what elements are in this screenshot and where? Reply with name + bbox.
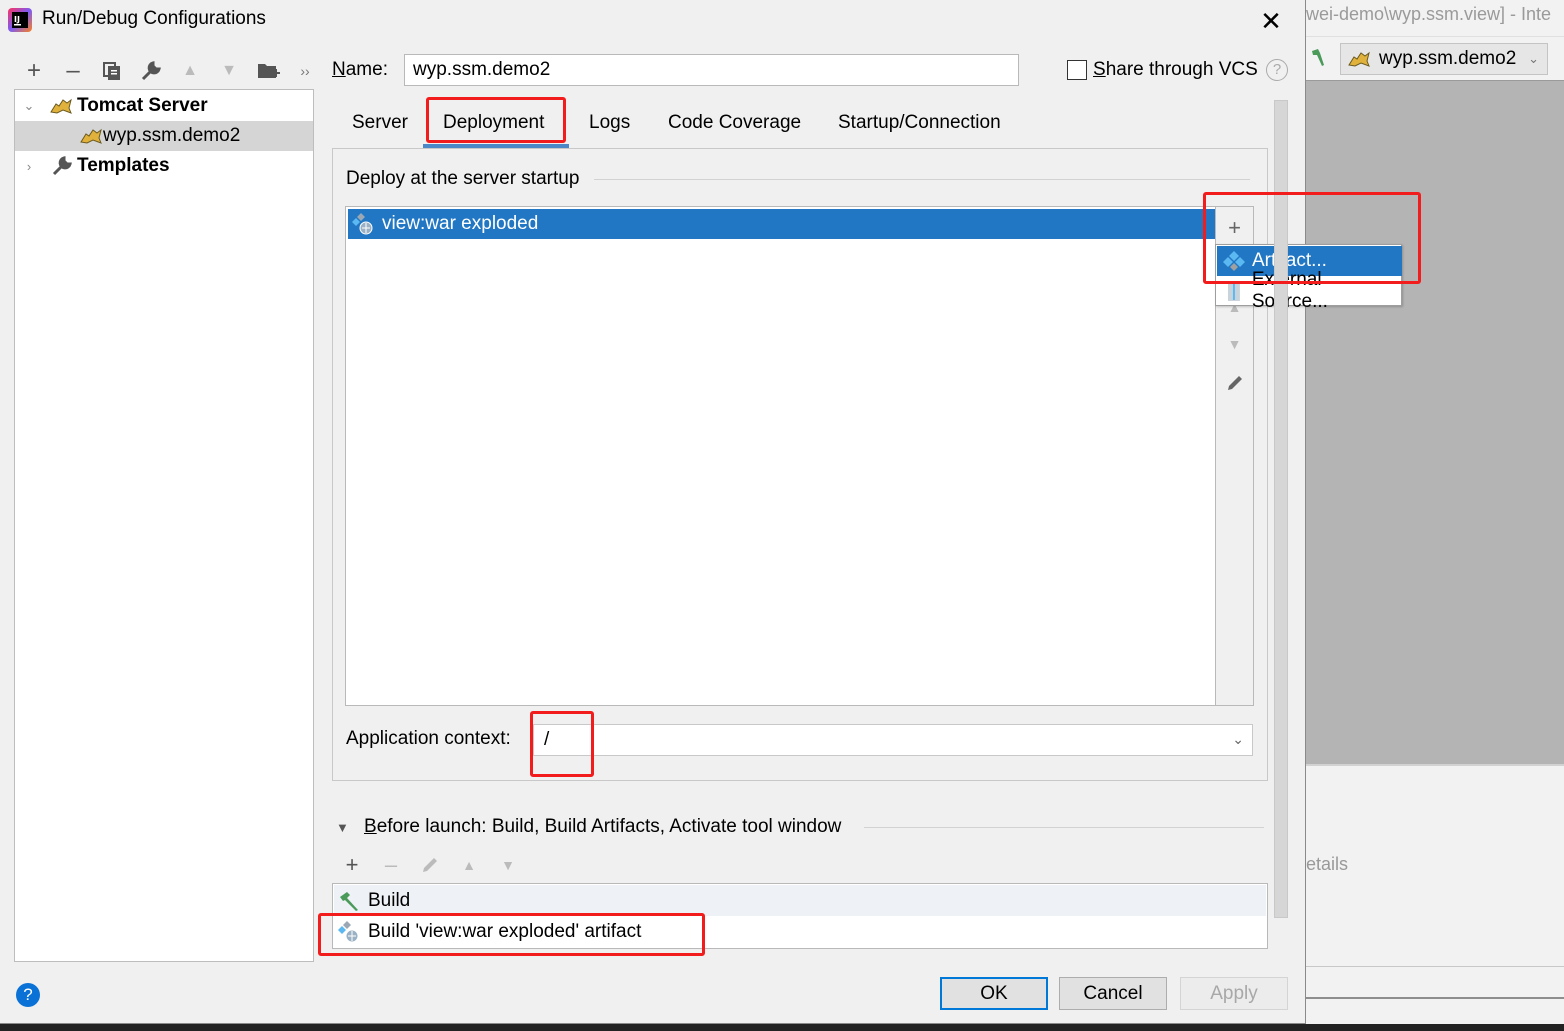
remove-icon[interactable]: – [378,852,404,878]
more-icon[interactable]: ›› [292,58,318,84]
tab-startup-connection[interactable]: Startup/Connection [836,110,1003,146]
application-context-label: Application context: [346,728,511,749]
list-item[interactable]: view:war exploded [348,209,1216,239]
tree-item-tomcat-server[interactable]: ⌄ Tomcat Server [15,91,313,121]
ide-editor-area [1306,80,1564,764]
wrench-icon [52,156,72,176]
wrench-icon[interactable] [138,58,164,84]
chevron-down-icon[interactable]: ⌄ [17,98,41,114]
artifact-icon [338,920,359,942]
share-through-vcs-checkbox[interactable] [1067,60,1087,80]
tab-server[interactable]: Server [350,110,410,146]
divider [1306,966,1564,967]
tree-item-wyp-ssm-demo2[interactable]: wyp.ssm.demo2 [15,121,313,151]
add-icon[interactable]: + [21,57,47,84]
divider [864,827,1264,828]
new-folder-icon[interactable] [255,58,281,84]
before-launch-title[interactable]: Before launch: Build, Build Artifacts, A… [364,816,841,838]
add-icon[interactable]: + [1216,213,1253,243]
run-config-name: wyp.ssm.demo2 [1379,48,1517,69]
dialog-title: Run/Debug Configurations [42,8,266,29]
build-hammer-icon [340,891,358,911]
divider [594,179,1250,180]
name-label: Name: [332,59,388,80]
tab-deployment[interactable]: Deployment [441,110,546,146]
run-config-selector[interactable]: wyp.ssm.demo2 ⌄ [1340,43,1548,75]
edit-icon[interactable] [417,852,443,878]
application-context-combobox[interactable]: / ⌄ [533,724,1253,756]
add-icon[interactable]: + [339,852,365,878]
ide-lower-panel: etails [1306,764,1564,964]
apply-button[interactable]: Apply [1180,977,1288,1010]
deploy-list: view:war exploded [345,206,1217,706]
chevron-right-icon[interactable]: › [17,159,41,174]
divider [1306,997,1564,999]
tree-item-label: Templates [77,155,170,176]
chevron-down-icon[interactable]: ⌄ [1232,731,1244,748]
list-item[interactable]: Build 'view:war exploded' artifact [334,916,1266,947]
tomcat-icon [80,128,102,144]
taskbar [0,1024,1564,1031]
copy-icon[interactable] [99,58,125,84]
tab-logs[interactable]: Logs [587,110,632,146]
before-launch-list: Build Build 'view:war exploded' artifact [332,883,1268,949]
build-hammer-icon[interactable] [1310,47,1326,67]
background-ide-window: wei-demo\wyp.ssm.view] - Inte wyp.ssm.de… [1306,0,1564,1031]
share-through-vcs-label[interactable]: Share through VCS [1093,59,1258,81]
help-icon[interactable]: ? [1266,59,1288,81]
tomcat-icon [50,98,72,114]
tree-item-templates[interactable]: › Templates [15,151,313,181]
close-icon[interactable]: ✕ [1256,6,1286,36]
vertical-scrollbar[interactable] [1274,100,1288,918]
remove-icon[interactable]: – [60,57,86,84]
tomcat-icon [1348,51,1370,67]
archive-icon [1227,281,1240,301]
move-up-icon[interactable]: ▲ [456,852,482,878]
menu-item-external-source[interactable]: External Source... [1217,269,1402,312]
move-down-icon[interactable]: ▼ [1216,329,1253,359]
ide-toolbar: wyp.ssm.demo2 ⌄ [1306,36,1564,80]
svg-text:IJ: IJ [14,15,20,24]
tree-item-label: Tomcat Server [77,95,208,116]
ide-details-text: etails [1306,854,1349,874]
move-down-icon[interactable]: ▼ [216,58,242,84]
ok-button[interactable]: OK [940,977,1048,1010]
configurations-tree: ⌄ Tomcat Server wyp.ssm.demo2 › Template… [14,89,314,962]
cancel-button[interactable]: Cancel [1059,977,1167,1010]
move-down-icon[interactable]: ▼ [495,852,521,878]
collapse-arrow-icon[interactable]: ▼ [336,820,349,835]
edit-icon[interactable] [1216,368,1253,398]
application-context-value: / [544,729,550,750]
artifact-icon [352,213,373,235]
help-button[interactable]: ? [16,983,40,1007]
tab-code-coverage[interactable]: Code Coverage [666,110,803,146]
deploy-section-title: Deploy at the server startup [346,168,580,189]
move-up-icon[interactable]: ▲ [177,58,203,84]
deploy-item-label: view:war exploded [382,213,539,234]
add-deployment-popup-menu: Artifact... External Source... [1215,244,1402,312]
intellij-icon: IJ [8,8,32,32]
run-debug-configurations-dialog: IJ Run/Debug Configurations ✕ + – ▲ ▼ ››… [0,0,1421,1024]
artifact-icon [1223,251,1245,271]
list-item[interactable]: Build [334,885,1266,916]
tree-item-label: wyp.ssm.demo2 [103,125,241,146]
name-field[interactable] [404,54,1019,86]
ide-window-title: wei-demo\wyp.ssm.view] - Inte [1306,4,1552,24]
chevron-down-icon: ⌄ [1528,51,1539,66]
